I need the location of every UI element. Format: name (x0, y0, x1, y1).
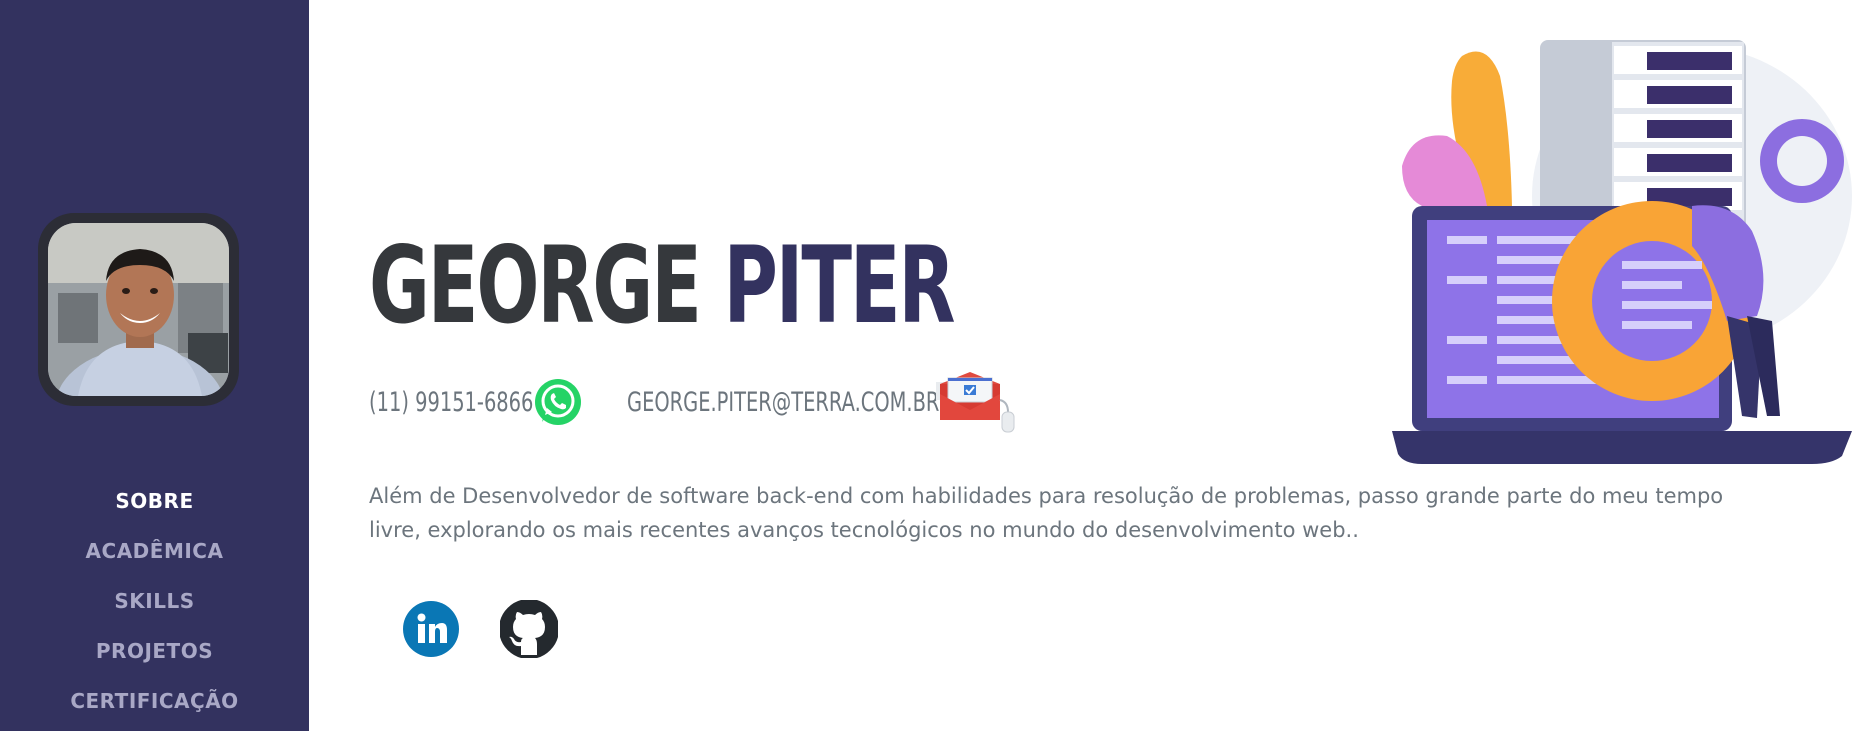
nav-item-academica[interactable]: ACADÊMICA (0, 526, 309, 576)
nav-link-projetos[interactable]: PROJETOS (96, 639, 213, 663)
nav-item-projetos[interactable]: PROJETOS (0, 626, 309, 676)
page-title: GEORGE PITER (369, 224, 956, 347)
sidebar: SOBRE ACADÊMICA SKILLS PROJETOS CERTIFIC… (0, 0, 309, 731)
nav-item-sobre[interactable]: SOBRE (0, 476, 309, 526)
first-name: GEORGE (369, 224, 702, 347)
last-name: PITER (723, 224, 956, 347)
nav-link-academica[interactable]: ACADÊMICA (86, 539, 224, 563)
nav-link-sobre[interactable]: SOBRE (115, 489, 193, 513)
nav-link-skills[interactable]: SKILLS (114, 589, 194, 613)
nav-item-certificacao[interactable]: CERTIFICAÇÃO (0, 676, 309, 726)
profile-photo (48, 223, 229, 396)
developer-illustration (1392, 36, 1852, 466)
whatsapp-icon[interactable] (533, 377, 583, 427)
nav-item-skills[interactable]: SKILLS (0, 576, 309, 626)
sidebar-nav: SOBRE ACADÊMICA SKILLS PROJETOS CERTIFIC… (0, 476, 309, 726)
profile-photo-frame (38, 213, 239, 406)
email-icon[interactable] (934, 370, 1026, 438)
nav-link-certificacao[interactable]: CERTIFICAÇÃO (70, 689, 238, 713)
about-text: Além de Desenvolvedor de software back-e… (369, 484, 1724, 542)
phone-number: (11) 99151-6866 (369, 386, 534, 418)
avatar (48, 223, 229, 396)
linkedin-icon[interactable] (402, 600, 460, 658)
email-address[interactable]: GEORGE.PITER@TERRA.COM.BR (627, 377, 939, 427)
github-icon[interactable] (499, 599, 559, 659)
